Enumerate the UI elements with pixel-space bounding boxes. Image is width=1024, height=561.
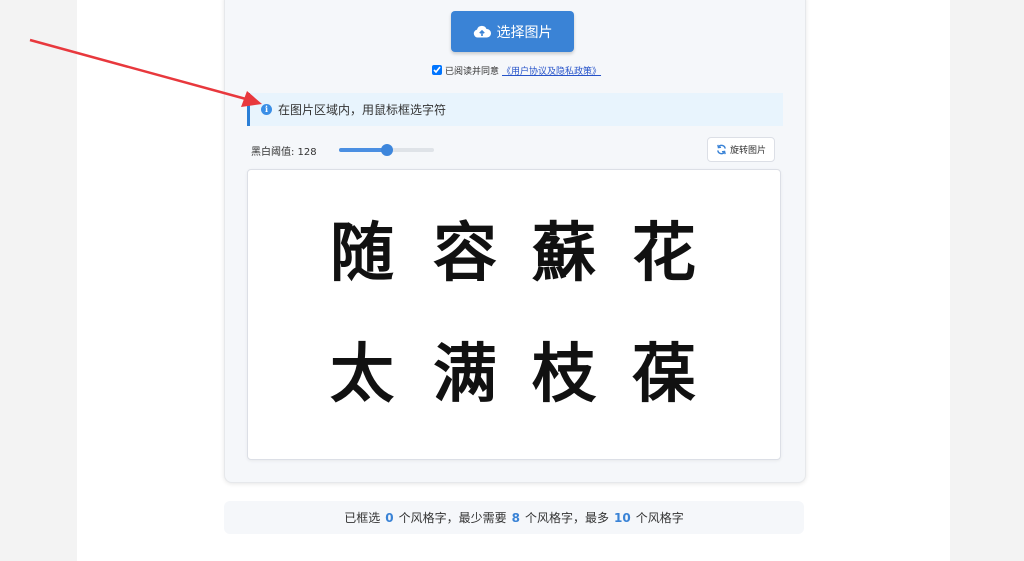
red-arrow-annotation xyxy=(29,38,262,107)
